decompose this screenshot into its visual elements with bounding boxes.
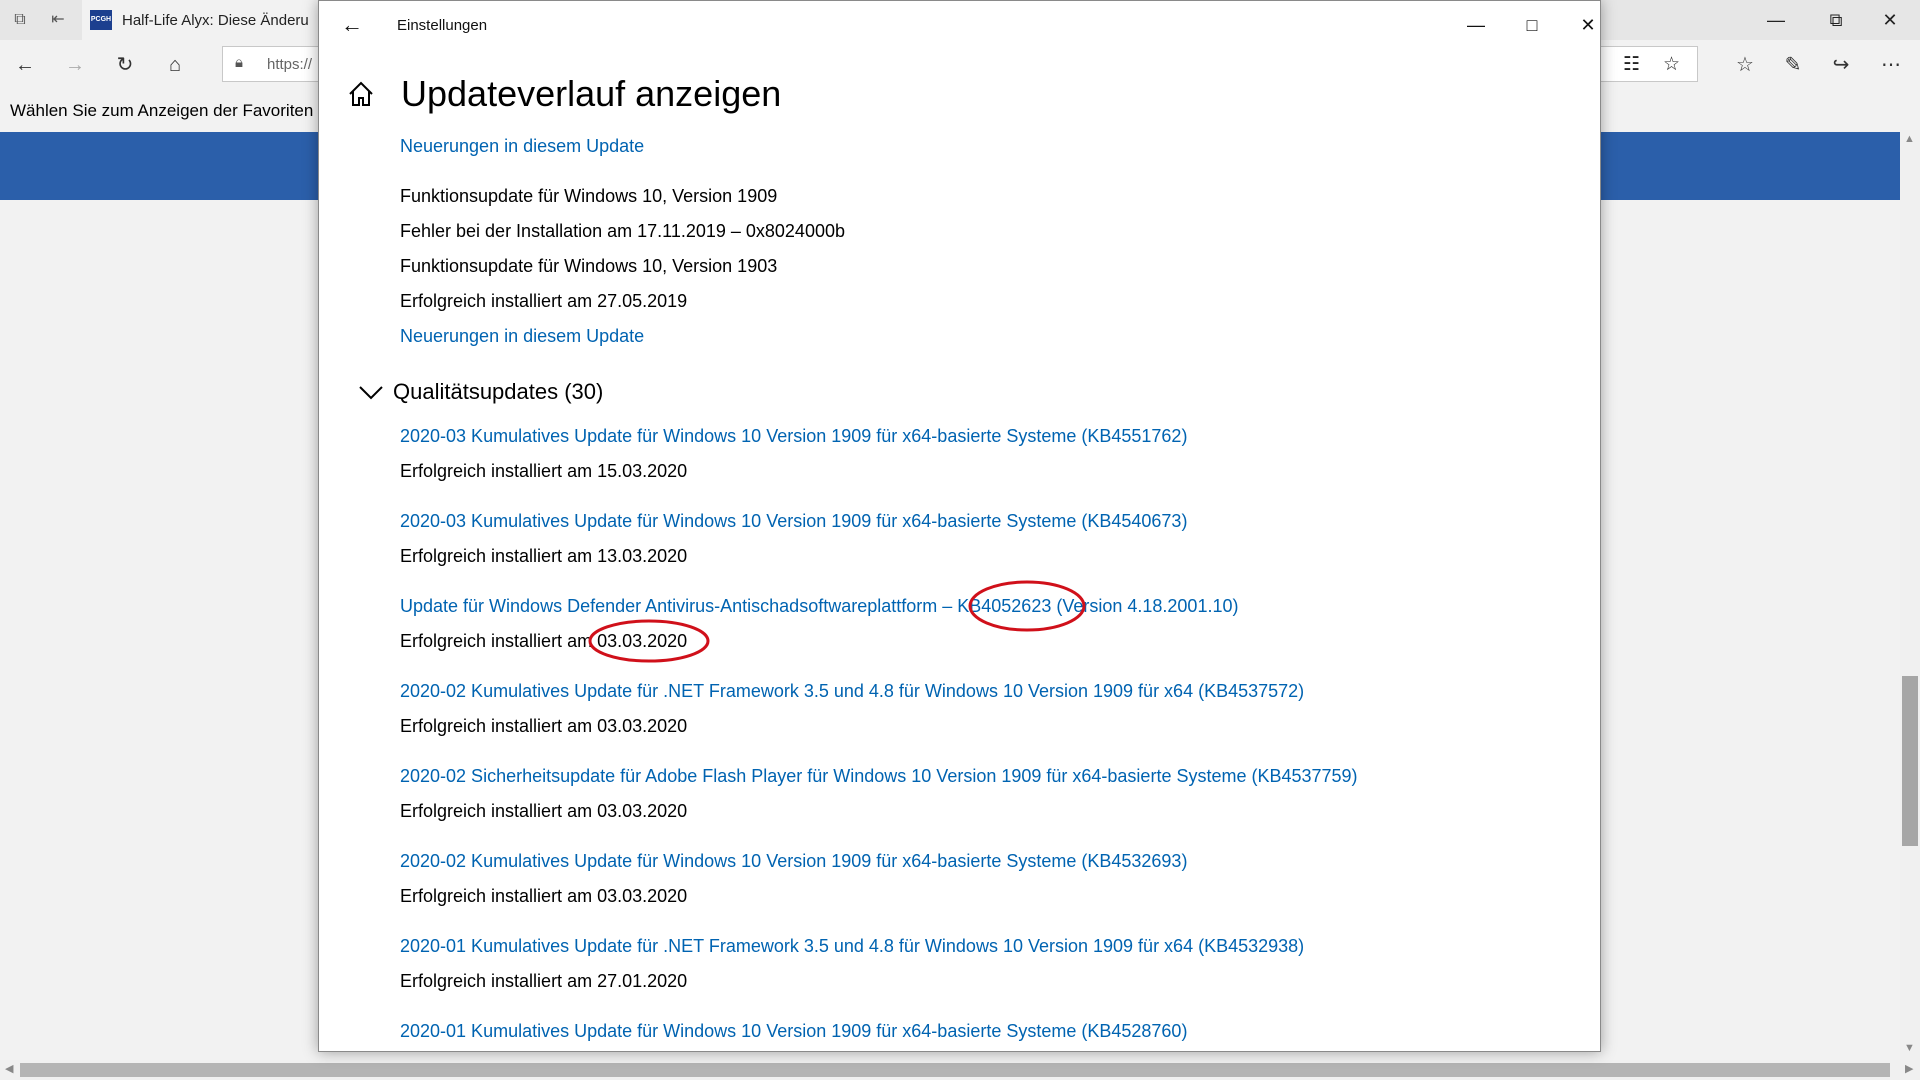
feature-update-title: Funktionsupdate für Windows 10, Version … [400, 186, 778, 206]
update-link[interactable]: 2020-02 Kumulatives Update für .NET Fram… [400, 681, 1304, 702]
back-icon[interactable]: ← [10, 50, 40, 80]
update-status: Erfolgreich installiert am 03.03.2020 [400, 801, 688, 821]
update-status: Erfolgreich installiert am 03.03.2020 [400, 716, 688, 736]
browser-tab[interactable]: PCGH Half-Life Alyx: Diese Änderu [82, 0, 322, 40]
update-link[interactable]: 2020-01 Kumulatives Update für Windows 1… [400, 1021, 1187, 1042]
horizontal-scrollbar[interactable]: ◀ ▶ [0, 1060, 1920, 1080]
site-favicon: PCGH [90, 10, 112, 30]
favorite-star-icon[interactable]: ☆ [1663, 53, 1680, 76]
update-link[interactable]: 2020-01 Kumulatives Update für .NET Fram… [400, 936, 1304, 957]
vertical-scrollbar[interactable]: ▲ ▼ [1900, 130, 1920, 1060]
page-title: Updateverlauf anzeigen [401, 73, 782, 114]
minimize-icon[interactable]: — [1746, 0, 1806, 40]
feature-update-status: Erfolgreich installiert am 27.05.2019 [400, 291, 688, 311]
whats-new-link[interactable]: Neuerungen in diesem Update [400, 326, 644, 347]
close-icon[interactable]: ✕ [1860, 0, 1920, 40]
maximize-icon[interactable]: □ [1510, 11, 1554, 39]
favorites-icon[interactable]: ☆ [1730, 50, 1760, 80]
favorites-message: Wählen Sie zum Anzeigen der Favoriten [10, 101, 314, 120]
more-icon[interactable]: ⋯ [1876, 50, 1906, 80]
minimize-icon[interactable]: — [1454, 11, 1498, 39]
back-arrow-icon[interactable]: ← [337, 11, 367, 39]
scroll-right-icon[interactable]: ▶ [1905, 1062, 1913, 1075]
chevron-down-icon [359, 386, 383, 400]
update-link[interactable]: 2020-02 Sicherheitsupdate für Adobe Flas… [400, 766, 1358, 787]
update-link[interactable]: 2020-03 Kumulatives Update für Windows 1… [400, 511, 1187, 532]
refresh-icon[interactable]: ↻ [110, 50, 140, 80]
share-icon[interactable]: ↪ [1826, 50, 1856, 80]
tab-actions-icon[interactable]: ⧉ [8, 8, 32, 32]
update-link[interactable]: 2020-03 Kumulatives Update für Windows 1… [400, 426, 1187, 447]
update-link[interactable]: Update für Windows Defender Antivirus-An… [400, 596, 1238, 617]
update-status: Erfolgreich installiert am 03.03.2020 [400, 886, 688, 906]
pen-icon[interactable]: ✎ [1778, 50, 1808, 80]
update-status: Erfolgreich installiert am 27.01.2020 [400, 971, 688, 991]
whats-new-link[interactable]: Neuerungen in diesem Update [400, 136, 644, 157]
update-status: Erfolgreich installiert am 15.03.2020 [400, 461, 688, 481]
address-text: https:// [267, 56, 313, 73]
scroll-left-icon[interactable]: ◀ [5, 1062, 13, 1075]
restore-icon[interactable]: ⧉ [1806, 0, 1866, 40]
settings-title-bar: ← Einstellungen — □ ✕ [319, 1, 1600, 49]
section-title: Qualitätsupdates (30) [393, 379, 604, 404]
quality-updates-header[interactable]: Qualitätsupdates (30) [357, 379, 603, 405]
forward-icon[interactable]: → [60, 50, 90, 80]
home-icon[interactable] [347, 79, 375, 109]
tabs-aside-icon[interactable]: ⇤ [46, 8, 70, 32]
update-status: Erfolgreich installiert am 03.03.2020 [400, 631, 688, 651]
window-title: Einstellungen [397, 17, 488, 34]
settings-window: ← Einstellungen — □ ✕ Updateverlauf anze… [318, 0, 1601, 1052]
close-icon[interactable]: ✕ [1566, 11, 1600, 39]
feature-update-status: Fehler bei der Installation am 17.11.201… [400, 221, 845, 241]
lock-icon: 🔒︎ [235, 54, 243, 71]
update-link[interactable]: 2020-02 Kumulatives Update für Windows 1… [400, 851, 1187, 872]
horizontal-scroll-thumb[interactable] [20, 1063, 1890, 1077]
reading-view-icon[interactable]: ☷ [1623, 53, 1640, 76]
vertical-scroll-thumb[interactable] [1902, 676, 1918, 846]
home-icon[interactable]: ⌂ [160, 50, 190, 80]
tab-title: Half-Life Alyx: Diese Änderu [122, 11, 309, 29]
scroll-up-icon[interactable]: ▲ [1904, 133, 1915, 145]
update-status: Erfolgreich installiert am 13.03.2020 [400, 546, 688, 566]
feature-update-title: Funktionsupdate für Windows 10, Version … [400, 256, 778, 276]
scroll-down-icon[interactable]: ▼ [1904, 1042, 1915, 1054]
